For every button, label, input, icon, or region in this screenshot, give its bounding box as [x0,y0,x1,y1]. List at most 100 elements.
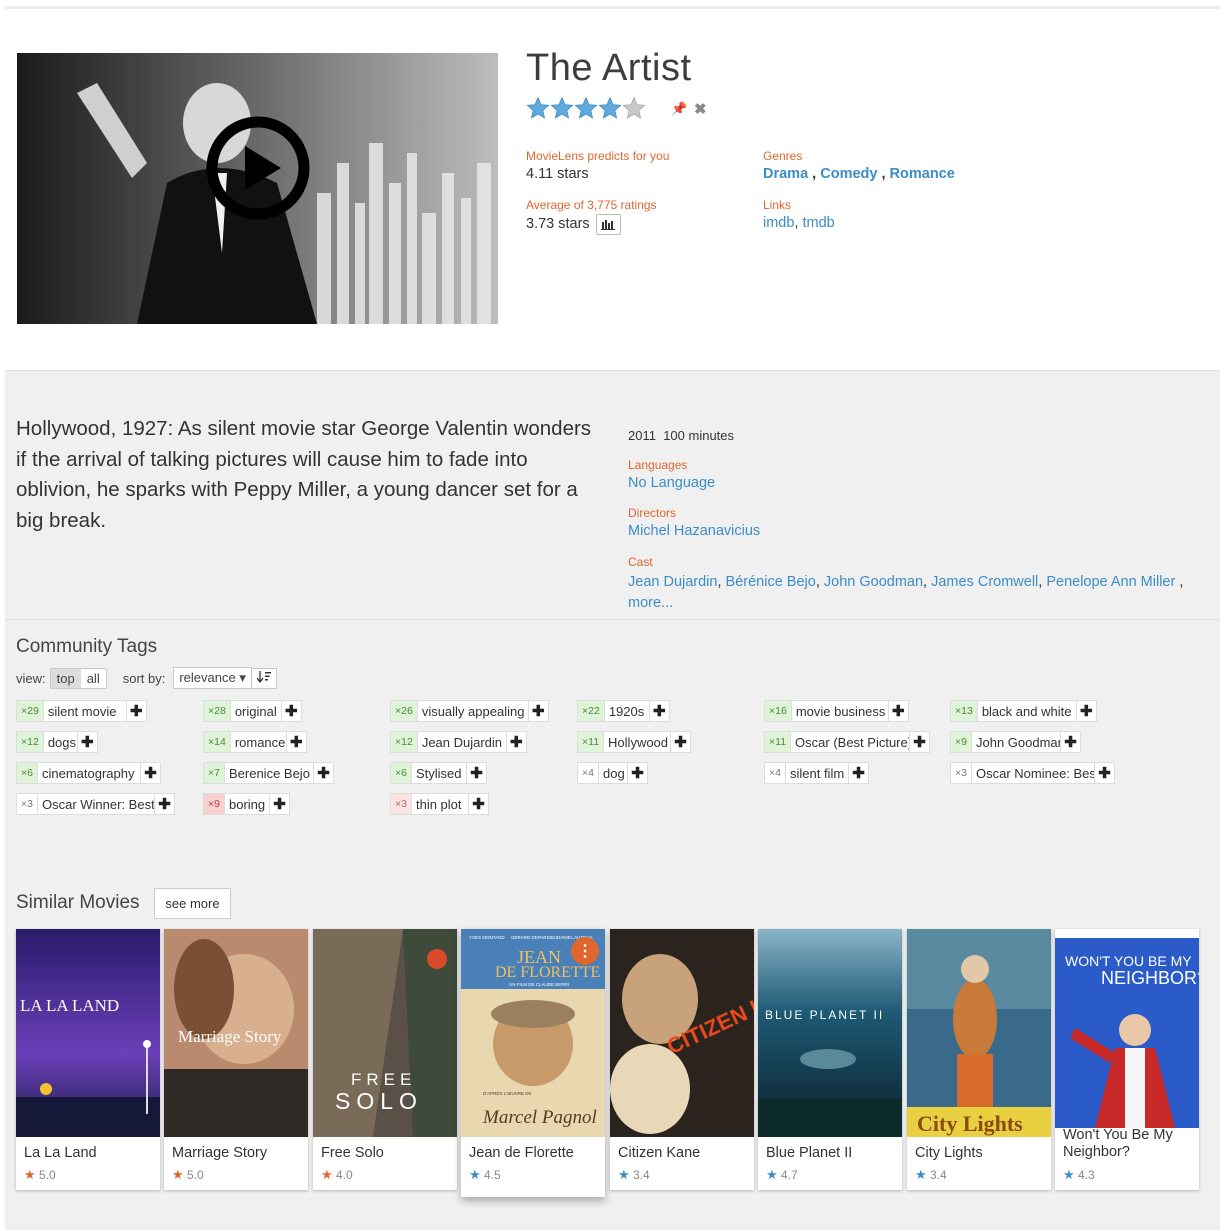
tmdb-link[interactable]: tmdb [803,215,835,231]
tag-chip[interactable]: ×6 Stylised ✚ [390,762,487,784]
hide-icon[interactable]: ✖ [694,100,707,118]
see-more-button[interactable]: see more [154,888,231,919]
tag-name[interactable]: thin plot [410,793,469,815]
trailer-thumbnail[interactable] [17,53,498,324]
more-options-icon[interactable]: ⋮ [571,937,599,965]
tag-chip[interactable]: ×3 Oscar Winner: Best ✚ [16,793,175,815]
tag-name[interactable]: movie business [790,700,889,722]
genre-link[interactable]: Drama [763,166,808,182]
tag-chip[interactable]: ×14 romance ✚ [203,731,307,753]
sort-direction-button[interactable] [251,667,277,689]
add-tag-icon[interactable]: ✚ [649,700,670,722]
tag-chip[interactable]: ×12 Jean Dujardin ✚ [390,731,527,753]
add-tag-icon[interactable]: ✚ [468,793,489,815]
tag-name[interactable]: dogs [42,731,78,753]
cast-link[interactable]: Penelope Ann Miller [1046,574,1175,590]
add-tag-icon[interactable]: ✚ [154,793,175,815]
cast-link[interactable]: John Goodman [824,574,923,590]
cast-link[interactable]: James Cromwell [931,574,1038,590]
tag-chip[interactable]: ×9 boring ✚ [203,793,290,815]
tag-chip[interactable]: ×26 visually appealing ✚ [390,700,549,722]
tag-name[interactable]: Oscar Nominee: Best [970,762,1095,784]
view-all-button[interactable]: all [80,668,106,688]
tag-chip[interactable]: ×4 silent film ✚ [764,762,869,784]
star-icon[interactable] [550,96,574,120]
add-tag-icon[interactable]: ✚ [77,731,98,753]
tag-chip[interactable]: ×22 1920s ✚ [577,700,670,722]
add-tag-icon[interactable]: ✚ [466,762,487,784]
tag-name[interactable]: cinematography [36,762,141,784]
tag-chip[interactable]: ×11 Oscar (Best Picture) ✚ [764,731,931,753]
tag-chip[interactable]: ×6 cinematography ✚ [16,762,161,784]
add-tag-icon[interactable]: ✚ [910,731,931,753]
genre-link[interactable]: Comedy [820,166,877,182]
add-tag-icon[interactable]: ✚ [281,700,302,722]
tag-chip[interactable]: ×3 Oscar Nominee: Best ✚ [950,762,1115,784]
add-tag-icon[interactable]: ✚ [888,700,909,722]
director-link[interactable]: Michel Hazanavicius [628,523,760,539]
tag-chip[interactable]: ×4 dog ✚ [577,762,648,784]
tag-chip[interactable]: ×7 Berenice Bejo ✚ [203,762,334,784]
movie-card[interactable]: City Lights City Lights ★ 3.4 [907,929,1051,1190]
tag-chip[interactable]: ×3 thin plot ✚ [390,793,489,815]
tag-name[interactable]: silent movie [42,700,127,722]
rating-histogram-button[interactable] [596,214,621,235]
tag-chip[interactable]: ×12 dogs ✚ [16,731,98,753]
tag-name[interactable]: Stylised [410,762,467,784]
view-top-button[interactable]: top [50,668,81,688]
tag-name[interactable]: Jean Dujardin [416,731,507,753]
tag-name[interactable]: black and white [976,700,1077,722]
add-tag-icon[interactable]: ✚ [286,731,307,753]
star-icon[interactable] [574,96,598,120]
tag-name[interactable]: dog [597,762,628,784]
add-tag-icon[interactable]: ✚ [313,762,334,784]
movie-card[interactable]: FREE SOLO Free Solo ★ 4.0 [313,929,457,1190]
tag-name[interactable]: Oscar Winner: Best [36,793,155,815]
language-link[interactable]: No Language [628,475,715,491]
movie-card[interactable]: YVES MONTAND GERARD DEPARDIEU DANIEL AUT… [461,929,605,1197]
add-tag-icon[interactable]: ✚ [848,762,869,784]
movie-card[interactable]: BLUE PLANET II Blue Planet II ★ 4.7 [758,929,902,1190]
genre-link[interactable]: Romance [890,166,955,182]
tag-chip[interactable]: ×13 black and white ✚ [950,700,1097,722]
add-tag-icon[interactable]: ✚ [126,700,147,722]
add-tag-icon[interactable]: ✚ [671,731,692,753]
add-tag-icon[interactable]: ✚ [140,762,161,784]
add-tag-icon[interactable]: ✚ [1094,762,1115,784]
cast-link[interactable]: Bérénice Bejo [726,574,816,590]
tag-chip[interactable]: ×11 Hollywood ✚ [577,731,692,753]
tag-name[interactable]: romance [229,731,287,753]
imdb-link[interactable]: imdb [763,215,794,231]
tag-name[interactable]: 1920s [603,700,650,722]
tag-name[interactable]: visually appealing [416,700,529,722]
tag-chip[interactable]: ×9 John Goodman ✚ [950,731,1081,753]
add-tag-icon[interactable]: ✚ [269,793,290,815]
pin-icon[interactable]: 📌 [671,101,687,117]
movie-card[interactable]: WON'T YOU BE MY NEIGHBOR? Won't You Be M… [1055,929,1199,1190]
movie-card[interactable]: Marriage Story Marriage Story ★ 5.0 [164,929,308,1190]
sort-dropdown[interactable]: relevance ▾ [173,667,252,689]
tag-name[interactable]: boring [223,793,270,815]
add-tag-icon[interactable]: ✚ [528,700,549,722]
user-rating-stars[interactable] [526,96,646,120]
cast-link[interactable]: Jean Dujardin [628,574,717,590]
add-tag-icon[interactable]: ✚ [1076,700,1097,722]
movie-card[interactable]: LA LA LAND La La Land ★ 5.0 [16,929,160,1190]
tag-name[interactable]: Hollywood [603,731,672,753]
star-icon[interactable] [598,96,622,120]
add-tag-icon[interactable]: ✚ [1060,731,1081,753]
tag-name[interactable]: Berenice Bejo [223,762,314,784]
tag-name[interactable]: silent film [784,762,849,784]
tag-chip[interactable]: ×28 original ✚ [203,700,302,722]
tag-name[interactable]: Oscar (Best Picture) [790,731,911,753]
cast-more-link[interactable]: more... [628,595,673,611]
add-tag-icon[interactable]: ✚ [627,762,648,784]
star-icon[interactable] [622,96,646,120]
tag-chip[interactable]: ×16 movie business ✚ [764,700,909,722]
tag-name[interactable]: John Goodman [970,731,1061,753]
tag-name[interactable]: original [229,700,282,722]
movie-card[interactable]: CITIZEN KANE Citizen Kane ★ 3.4 [610,929,754,1190]
add-tag-icon[interactable]: ✚ [506,731,527,753]
star-icon[interactable] [526,96,550,120]
tag-chip[interactable]: ×29 silent movie ✚ [16,700,147,722]
